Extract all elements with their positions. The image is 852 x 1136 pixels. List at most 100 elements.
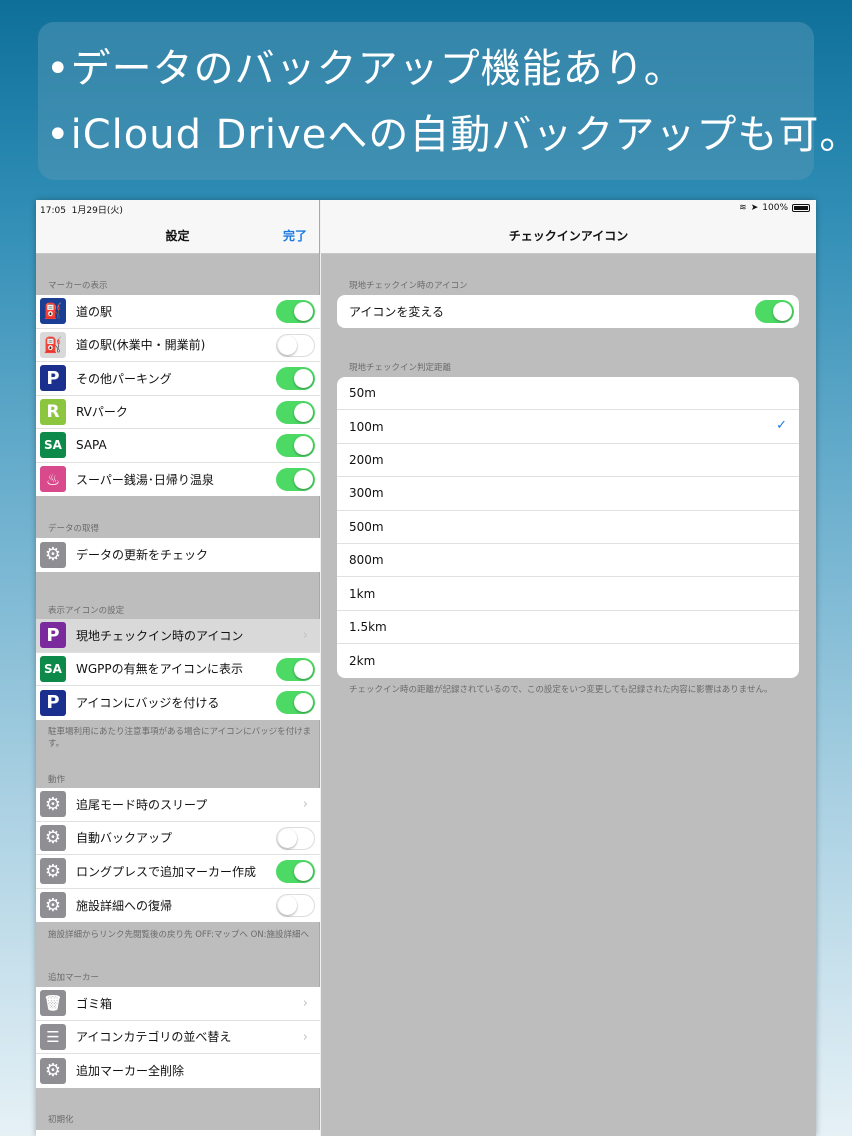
long-press-toggle[interactable] [276,860,315,883]
trash-icon: 🗑 [40,990,66,1017]
distance-label: 2km [349,653,376,668]
auto-backup-row[interactable]: ⚙ 自動バックアップ [36,822,320,855]
badge-label: アイコンにバッジを付ける [76,696,220,711]
marker-toggle-rv-park[interactable] [276,400,315,424]
extra-group: 🗑 ゴミ箱 › ☰ アイコンカテゴリの並べ替え › ⚙ 追加マーカー全削除 [36,987,320,1088]
distance-label: 100m [349,419,384,434]
delete-all-row[interactable]: ⚙ 追加マーカー全削除 [36,1054,320,1088]
marker-row-onsen[interactable]: ♨ スーパー銭湯･日帰り温泉 [36,463,320,497]
sort-categories-row[interactable]: ☰ アイコンカテゴリの並べ替え › [36,1021,320,1054]
change-icon-toggle[interactable] [755,300,794,323]
status-time: 17:05 1月29日(火) [40,203,123,216]
michi-no-eki-icon: ⛽ [40,298,66,325]
marker-toggle-parking[interactable] [276,367,315,390]
sleep-label: 追尾モード時のスリープ [76,797,208,812]
change-icon-row[interactable]: アイコンを変える [337,295,799,328]
check-update-label: データの更新をチェック [76,548,209,563]
trash-row[interactable]: 🗑 ゴミ箱 › [36,987,320,1021]
marker-label: その他パーキング [76,371,172,386]
battery-percent: 100% [762,203,788,213]
markers-group: ⛽ 道の駅 ⛽ 道の駅(休業中・開業前) P その他パーキング R RVパーク … [36,295,320,496]
done-button[interactable]: 完了 [283,227,307,244]
checkin-icon-row[interactable]: P 現地チェックイン時のアイコン › [36,619,320,653]
distance-label: 1.5km [349,619,387,634]
reset-group [36,1130,320,1136]
checkin-icon-header: 現地チェックイン時のアイコン [349,281,468,291]
auto-backup-toggle[interactable] [276,826,315,850]
michi-no-eki-closed-icon: ⛽ [40,331,66,358]
wifi-icon: ≋ [739,203,747,213]
date-text: 1月29日(火) [71,206,123,216]
distance-footnote: チェックイン時の距離が記録されているので、この設定をいつ変更しても記録された内容… [349,685,773,695]
section-header-markers: マーカーの表示 [48,281,108,291]
long-press-row[interactable]: ⚙ ロングプレスで追加マーカー作成 [36,855,320,889]
settings-master-pane: 設定 完了 マーカーの表示 ⛽ 道の駅 ⛽ 道の駅(休業中・開業前) P その他… [36,200,320,1136]
gear-icon: ⚙ [40,541,66,568]
gear-icon: ⚙ [40,824,66,851]
distance-option[interactable]: 50m [337,377,799,411]
rv-park-icon: R [40,398,66,425]
ipad-screen: 設定 完了 マーカーの表示 ⛽ 道の駅 ⛽ 道の駅(休業中・開業前) P その他… [36,200,816,1136]
distance-option-selected[interactable]: 100m ✓ [337,410,799,444]
marker-label: スーパー銭湯･日帰り温泉 [76,472,214,487]
distance-label: 50m [349,386,376,401]
banner-line-2: •iCloud Driveへの自動バックアップも可。 [46,112,852,158]
gear-icon: ⚙ [40,1057,66,1084]
time-text: 17:05 [40,206,66,216]
return-footnote: 施設詳細からリンク先閲覧後の戻り先 OFF:マップへ ON:施設詳細へ [48,930,309,940]
checkin-icon-label: 現地チェックイン時のアイコン [76,628,244,643]
sleep-row[interactable]: ⚙ 追尾モード時のスリープ › [36,788,320,822]
parking-badge-icon: P [40,689,66,716]
checkmark-icon: ✓ [776,418,787,434]
distance-label: 1km [349,586,376,601]
distance-option[interactable]: 300m [337,477,799,511]
sapa-icon: SA [40,432,66,459]
distance-option[interactable]: 200m [337,444,799,478]
marker-label: 道の駅(休業中・開業前) [76,338,206,353]
chevron-right-icon: › [302,996,308,1011]
return-label: 施設詳細への復帰 [76,898,173,913]
parking-icon: P [40,365,66,392]
marker-toggle-sapa[interactable] [276,434,315,457]
trash-label: ゴミ箱 [76,996,113,1011]
marker-row-sapa[interactable]: SA SAPA [36,429,320,463]
marker-row-michi-no-eki-closed[interactable]: ⛽ 道の駅(休業中・開業前) [36,329,320,362]
marker-toggle-onsen[interactable] [276,467,315,491]
distance-option[interactable]: 2km [337,644,799,677]
marker-toggle-michi-no-eki[interactable] [276,300,315,323]
section-header-icons: 表示アイコンの設定 [48,606,125,616]
section-header-extra: 追加マーカー [48,973,100,983]
distance-option[interactable]: 1.5km [337,611,799,645]
status-right: ≋ ➤ 100% [739,203,810,213]
badge-row[interactable]: P アイコンにバッジを付ける [36,686,320,720]
wgpp-toggle[interactable] [276,657,315,681]
distance-option[interactable]: 1km [337,577,799,611]
marker-row-michi-no-eki[interactable]: ⛽ 道の駅 [36,295,320,329]
badge-toggle[interactable] [276,691,315,714]
sort-categories-label: アイコンカテゴリの並べ替え [76,1030,232,1045]
auto-backup-label: 自動バックアップ [76,831,173,846]
gear-icon: ⚙ [40,892,66,919]
change-icon-label: アイコンを変える [349,305,445,320]
promo-banner: •データのバックアップ機能あり。 •iCloud Driveへの自動バックアップ… [38,22,852,180]
status-bar: 17:05 1月29日(火) ≋ ➤ 100% [36,200,816,216]
distance-option[interactable]: 500m [337,511,799,544]
section-header-data: データの取得 [48,524,100,534]
sapa-icon: SA [40,655,66,682]
icon-settings-group: P 現地チェックイン時のアイコン › SA WGPPの有無をアイコンに表示 P … [36,619,320,720]
delete-all-label: 追加マーカー全削除 [76,1064,185,1079]
marker-label: RVパーク [76,405,128,420]
marker-toggle-michi-no-eki-closed[interactable] [276,333,315,357]
distance-option[interactable]: 800m [337,544,799,578]
return-toggle[interactable] [276,893,315,917]
sort-list-icon: ☰ [40,1023,66,1050]
distance-label: 800m [349,553,384,568]
return-row[interactable]: ⚙ 施設詳細への復帰 [36,889,320,923]
wgpp-row[interactable]: SA WGPPの有無をアイコンに表示 [36,653,320,686]
wgpp-label: WGPPの有無をアイコンに表示 [76,662,244,677]
section-header-actions: 動作 [48,775,66,785]
badge-footnote: 駐車場利用にあたり注意事項がある場合にアイコンにバッジを付けます。 [48,727,312,749]
check-update-row[interactable]: ⚙ データの更新をチェック [36,538,320,572]
marker-row-parking[interactable]: P その他パーキング [36,362,320,396]
marker-row-rv-park[interactable]: R RVパーク [36,396,320,429]
